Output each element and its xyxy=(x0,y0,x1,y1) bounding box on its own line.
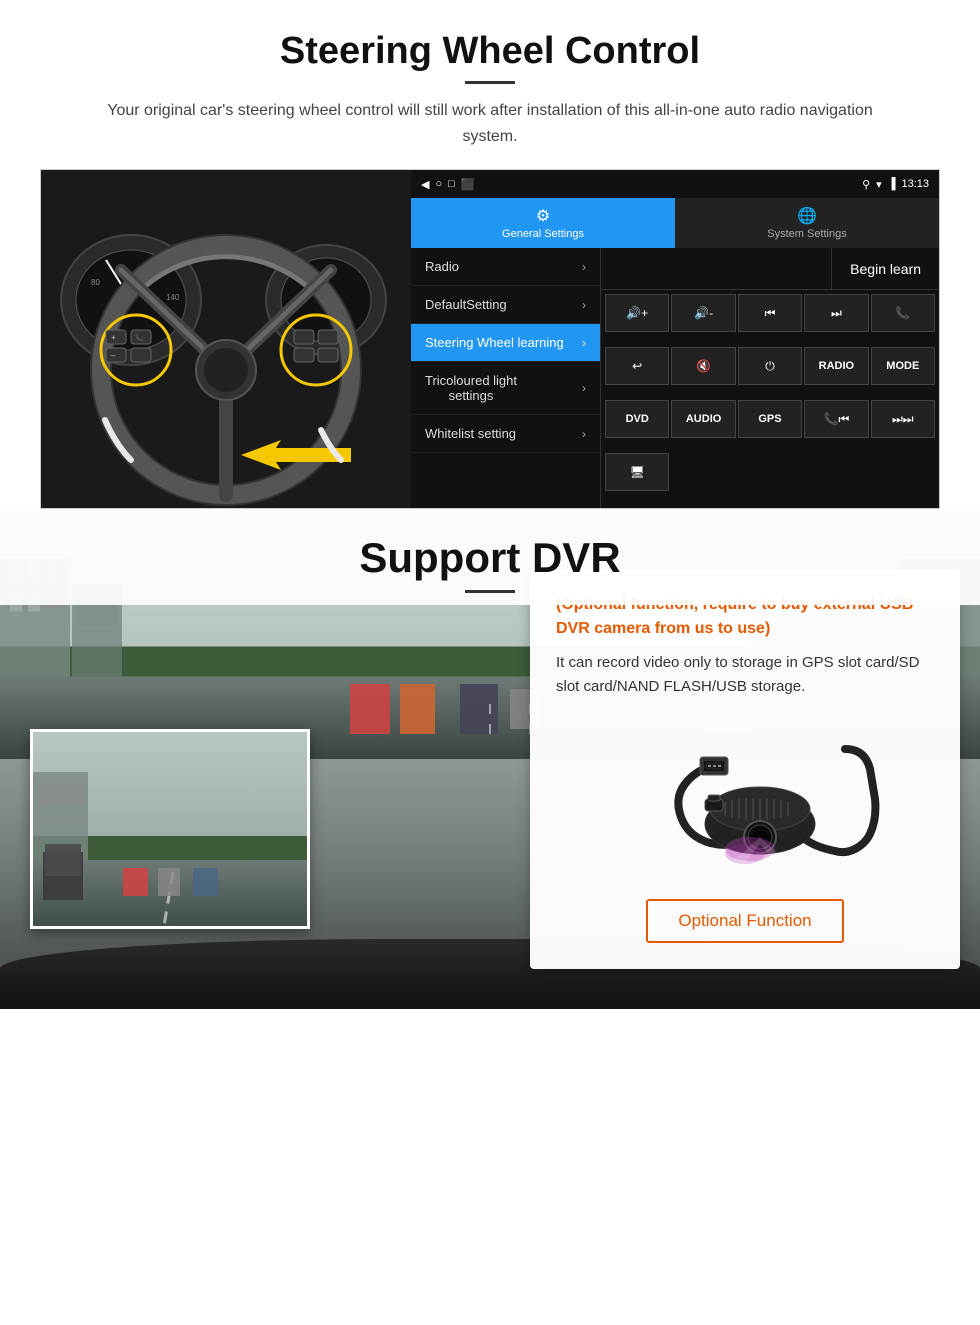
extra-btn[interactable]: 🖥 xyxy=(605,453,669,491)
menu-tri-label: Tricoloured lightsettings xyxy=(425,373,517,403)
optional-function-button[interactable]: Optional Function xyxy=(646,899,843,943)
menu-default-label: DefaultSetting xyxy=(425,297,507,312)
dvr-section: Support DVR xyxy=(0,509,980,1209)
globe-icon: 🌐 xyxy=(797,206,817,226)
steering-wheel-photo: 80 120 140 xyxy=(41,170,411,509)
mode-btn[interactable]: MODE xyxy=(871,347,935,385)
call-prev-btn[interactable]: 📞⏮ xyxy=(804,400,868,438)
power-btn[interactable]: ⏻ xyxy=(738,347,802,385)
menu-steering-arrow: › xyxy=(582,336,586,350)
steering-wheel-section: Steering Wheel Control Your original car… xyxy=(0,0,980,509)
dvr-title-area: Support DVR xyxy=(0,509,980,605)
android-ui: ◀ ○ □ ⬛ ⚲ ▾ ▐ 13:13 ⚙ General Settings xyxy=(411,170,939,508)
dvr-title: Support DVR xyxy=(40,534,940,582)
time-display: 13:13 xyxy=(901,178,929,190)
screenshot-container: 80 120 140 xyxy=(40,169,940,509)
menu-radio-arrow: › xyxy=(582,260,586,274)
skip-btn[interactable]: ⏭⏭ xyxy=(871,400,935,438)
location-icon: ⚲ xyxy=(862,178,870,191)
wifi-icon: ▾ xyxy=(876,178,882,191)
tab-system-settings[interactable]: 🌐 System Settings xyxy=(675,198,939,248)
settings-tabs: ⚙ General Settings 🌐 System Settings xyxy=(411,198,939,248)
dvr-thumbnail xyxy=(30,729,310,929)
page-subtitle: Your original car's steering wheel contr… xyxy=(80,98,900,149)
gear-icon: ⚙ xyxy=(536,206,550,226)
dvr-info-card: (Optional function, require to buy exter… xyxy=(530,569,960,969)
menu-tri-arrow: › xyxy=(582,381,586,395)
menu-item-steering[interactable]: Steering Wheel learning › xyxy=(411,324,600,362)
title-divider xyxy=(465,81,515,84)
audio-btn[interactable]: AUDIO xyxy=(671,400,735,438)
next-btn[interactable]: ⏭ xyxy=(804,294,868,332)
recents-icon[interactable]: □ xyxy=(448,178,455,190)
right-top-bar: Begin learn xyxy=(601,248,939,290)
dvr-camera-area xyxy=(556,719,934,879)
dvr-camera-svg xyxy=(605,719,885,879)
svg-text:📞: 📞 xyxy=(135,333,144,342)
control-buttons-grid: 🔊+ 🔊- ⏮ ⏭ 📞 ↩ 🔇 ⏻ RADIO MODE DVD AUDIO xyxy=(601,290,939,508)
back-icon[interactable]: ◀ xyxy=(421,178,429,191)
screenshot-icon[interactable]: ⬛ xyxy=(461,178,475,191)
vol-down-btn[interactable]: 🔊- xyxy=(671,294,735,332)
tab-general-settings[interactable]: ⚙ General Settings xyxy=(411,198,675,248)
menu-white-label: Whitelist setting xyxy=(425,426,516,441)
thumbnail-svg xyxy=(33,732,310,929)
menu-item-defaultsetting[interactable]: DefaultSetting › xyxy=(411,286,600,324)
dvr-description: It can record video only to storage in G… xyxy=(556,651,934,699)
vol-up-btn[interactable]: 🔊+ xyxy=(605,294,669,332)
menu-item-tricoloured[interactable]: Tricoloured lightsettings › xyxy=(411,362,600,415)
tab-system-label: System Settings xyxy=(767,228,846,240)
settings-right-panel: Begin learn 🔊+ 🔊- ⏮ ⏭ 📞 ↩ 🔇 ⏻ xyxy=(601,248,939,508)
svg-text:+: + xyxy=(111,333,116,342)
menu-item-radio[interactable]: Radio › xyxy=(411,248,600,286)
tab-general-label: General Settings xyxy=(502,228,584,240)
nav-icons: ◀ ○ □ ⬛ xyxy=(421,178,474,191)
prev-btn[interactable]: ⏮ xyxy=(738,294,802,332)
svg-text:140: 140 xyxy=(166,293,180,302)
steering-wheel-svg: 80 120 140 xyxy=(41,170,411,509)
hangup-btn[interactable]: ↩ xyxy=(605,347,669,385)
gps-btn[interactable]: GPS xyxy=(738,400,802,438)
settings-menu: Radio › DefaultSetting › Steering Wheel … xyxy=(411,248,601,508)
call-btn[interactable]: 📞 xyxy=(871,294,935,332)
dvr-background: Support DVR xyxy=(0,509,980,1009)
settings-content: Radio › DefaultSetting › Steering Wheel … xyxy=(411,248,939,508)
right-top-empty xyxy=(601,248,831,289)
begin-learn-button[interactable]: Begin learn xyxy=(831,248,939,289)
menu-steering-label: Steering Wheel learning xyxy=(425,335,564,350)
menu-radio-label: Radio xyxy=(425,259,459,274)
status-icons: ⚲ ▾ ▐ 13:13 xyxy=(862,178,929,191)
menu-item-whitelist[interactable]: Whitelist setting › xyxy=(411,415,600,453)
signal-icon: ▐ xyxy=(888,178,896,190)
menu-default-arrow: › xyxy=(582,298,586,312)
home-icon[interactable]: ○ xyxy=(435,178,442,190)
page-title: Steering Wheel Control xyxy=(40,30,940,73)
dvd-btn[interactable]: DVD xyxy=(605,400,669,438)
dvr-divider xyxy=(465,590,515,593)
status-bar: ◀ ○ □ ⬛ ⚲ ▾ ▐ 13:13 xyxy=(411,170,939,198)
svg-text:–: – xyxy=(111,351,116,360)
menu-white-arrow: › xyxy=(582,427,586,441)
mute-btn[interactable]: 🔇 xyxy=(671,347,735,385)
svg-text:80: 80 xyxy=(91,278,100,287)
radio-btn[interactable]: RADIO xyxy=(804,347,868,385)
